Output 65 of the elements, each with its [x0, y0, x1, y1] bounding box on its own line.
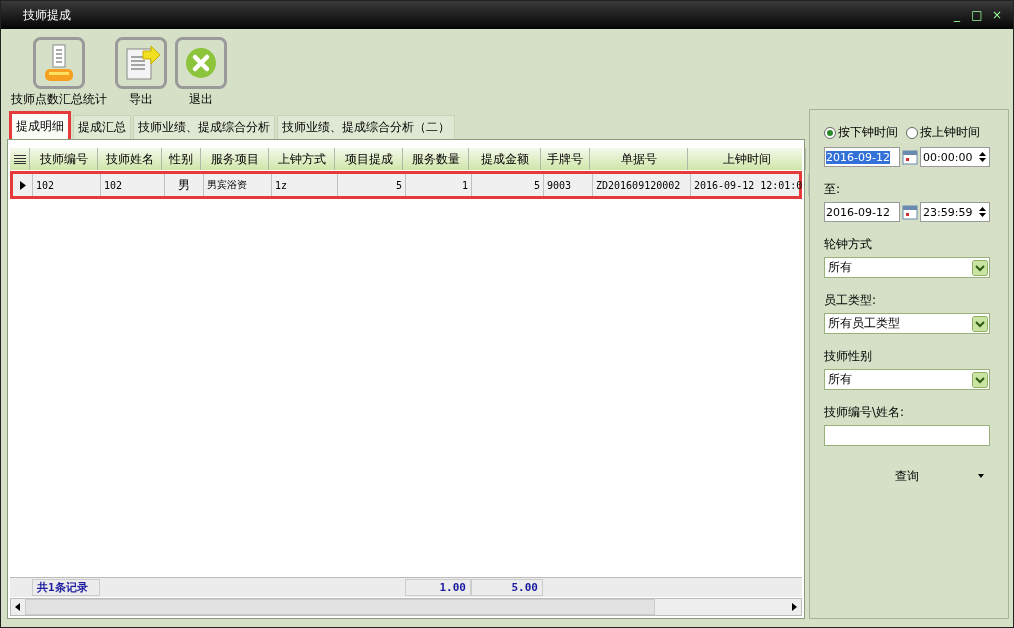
- table-cell: 102: [33, 174, 101, 196]
- calendar-icon[interactable]: [902, 149, 918, 165]
- toolbar-button[interactable]: 退出: [175, 37, 227, 108]
- table-cell: 男宾浴资: [204, 174, 272, 196]
- column-header[interactable]: 提成金额: [469, 148, 541, 170]
- toolbar-button[interactable]: 技师点数汇总统计: [11, 37, 107, 108]
- toolbar-button[interactable]: 导出: [115, 37, 167, 108]
- column-header[interactable]: 项目提成: [335, 148, 403, 170]
- printer-icon: [33, 37, 85, 89]
- close-icon: [175, 37, 227, 89]
- dropdown-field[interactable]: 所有: [824, 257, 990, 278]
- column-header[interactable]: 上钟方式: [269, 148, 335, 170]
- radio-button[interactable]: [906, 126, 918, 139]
- date-field[interactable]: 2016-09-12: [824, 147, 900, 167]
- field-label: 至:: [824, 181, 842, 198]
- chevron-down-icon[interactable]: [972, 259, 988, 276]
- spinner-icon[interactable]: [979, 206, 986, 218]
- table-cell: 5: [472, 174, 544, 196]
- chevron-down-icon[interactable]: [972, 371, 988, 388]
- record-count: 共1条记录: [32, 579, 100, 596]
- spinner-icon[interactable]: [979, 151, 986, 163]
- menu-icon[interactable]: [13, 154, 26, 164]
- dropdown-field[interactable]: 所有员工类型: [824, 313, 990, 334]
- horizontal-scrollbar[interactable]: [10, 598, 802, 616]
- column-header[interactable]: 技师编号: [30, 148, 98, 170]
- column-header[interactable]: 技师姓名: [98, 148, 162, 170]
- column-header[interactable]: 上钟时间: [688, 148, 806, 170]
- query-button[interactable]: 查询: [824, 464, 990, 488]
- tab[interactable]: 提成明细: [9, 111, 71, 139]
- date-field[interactable]: 2016-09-12: [824, 202, 900, 222]
- caret-icon: [978, 474, 984, 478]
- dropdown-field[interactable]: 所有: [824, 369, 990, 390]
- field-label: 技师编号\姓名:: [824, 404, 906, 421]
- search-field[interactable]: [824, 425, 990, 446]
- field-label: 技师性别: [824, 348, 873, 365]
- tab[interactable]: 技师业绩、提成综合分析: [133, 115, 275, 139]
- table-cell: 1: [406, 174, 472, 196]
- table-cell: 男: [165, 174, 204, 196]
- column-header[interactable]: 手牌号: [541, 148, 590, 170]
- radio-option[interactable]: 按下钟时间: [824, 124, 898, 141]
- column-header[interactable]: 单据号: [590, 148, 688, 170]
- column-header[interactable]: 服务数量: [403, 148, 469, 170]
- tab[interactable]: 技师业绩、提成综合分析（二）: [277, 115, 455, 139]
- tab[interactable]: 提成汇总: [73, 115, 131, 139]
- window-title: 技师提成: [23, 6, 72, 24]
- table-cell: 5: [338, 174, 406, 196]
- window-control[interactable]: □: [967, 8, 987, 22]
- table-cell: 1z: [272, 174, 338, 196]
- column-header[interactable]: 服务项目: [201, 148, 269, 170]
- window-control[interactable]: _: [947, 8, 967, 22]
- field-label: 员工类型:: [824, 292, 878, 309]
- total-cell: 1.00: [405, 579, 471, 596]
- table-cell: 102: [101, 174, 165, 196]
- window-control[interactable]: ×: [987, 8, 1007, 22]
- radio-option[interactable]: 按上钟时间: [906, 124, 980, 141]
- calendar-icon[interactable]: [902, 204, 918, 220]
- chevron-down-icon[interactable]: [972, 315, 988, 332]
- time-field[interactable]: 00:00:00: [920, 147, 990, 167]
- table-cell: ZD201609120002: [593, 174, 691, 196]
- radio-button[interactable]: [824, 126, 836, 139]
- time-field[interactable]: 23:59:59: [920, 202, 990, 222]
- column-header[interactable]: 性别: [162, 148, 201, 170]
- table-cell: 9003: [544, 174, 593, 196]
- field-label: 轮钟方式: [824, 236, 873, 253]
- total-cell: 5.00: [471, 579, 543, 596]
